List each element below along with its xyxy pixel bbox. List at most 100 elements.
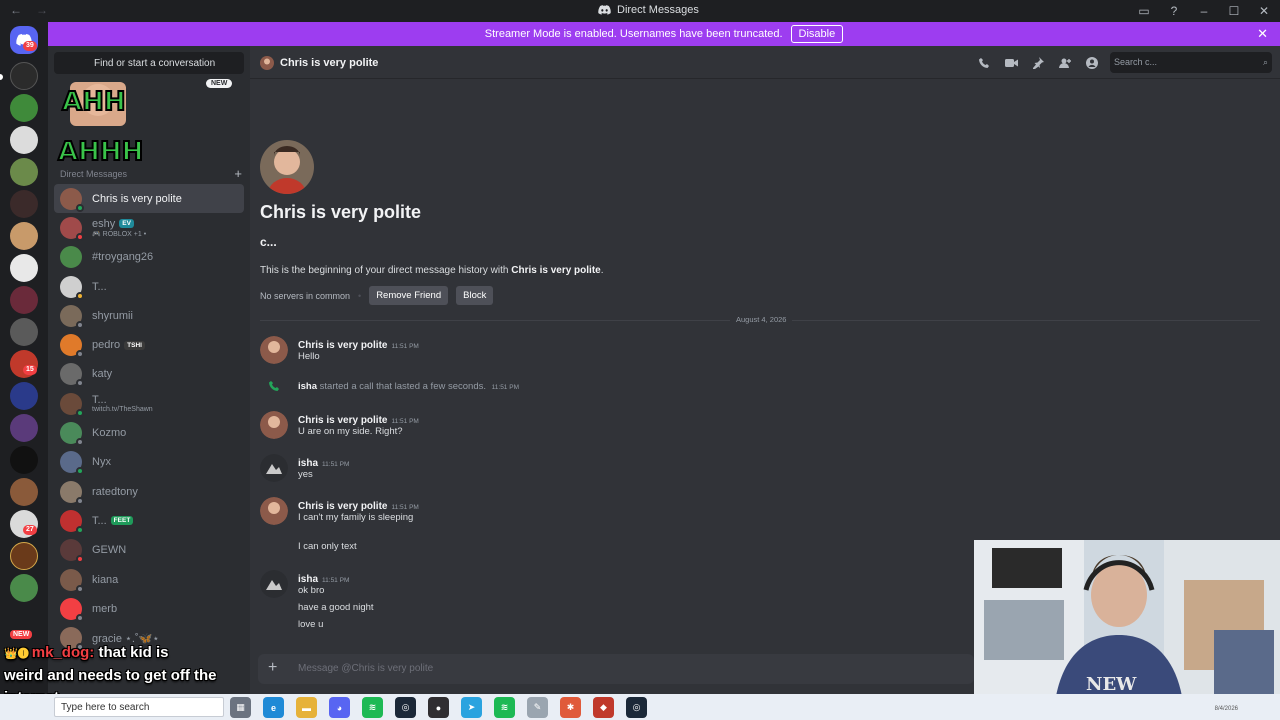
server-icon-people[interactable] (10, 126, 38, 154)
obs-icon[interactable]: ● (428, 697, 449, 718)
presence-status-icon (76, 350, 84, 359)
dm-item[interactable]: T... (54, 272, 244, 301)
dm-activity-text: 🎮 ROBLOX +1 • (92, 230, 147, 238)
pinned-messages-icon[interactable] (1030, 55, 1046, 71)
inbox-icon[interactable]: ▭ (1136, 3, 1152, 19)
server-icon-z[interactable] (10, 318, 38, 346)
maximize-icon[interactable]: ☐ (1226, 3, 1242, 19)
attach-plus-icon[interactable]: + (268, 660, 277, 676)
hero-avatar[interactable] (260, 140, 314, 194)
dm-item[interactable]: katy (54, 360, 244, 389)
dm-item[interactable]: GEWN (54, 536, 244, 565)
server-icon-9[interactable] (10, 478, 38, 506)
server-icon-11[interactable] (10, 574, 38, 602)
server-icon-gewn[interactable] (10, 62, 38, 90)
dm-item[interactable]: shyrumii (54, 301, 244, 330)
message-author[interactable]: Chris is very polite (298, 415, 387, 426)
voice-call-icon[interactable] (976, 55, 992, 71)
telegram-icon[interactable]: ➤ (461, 697, 482, 718)
message-avatar-isha[interactable] (260, 570, 288, 598)
chat-toolbar (976, 55, 1100, 71)
message-author[interactable]: isha (298, 458, 318, 469)
server-icon-gewn-2[interactable] (10, 446, 38, 474)
message-avatar-chris[interactable] (260, 411, 288, 439)
server-icon-3[interactable] (10, 190, 38, 218)
dm-avatar (60, 568, 84, 593)
chat-header-name[interactable]: Chris is very polite (280, 57, 378, 69)
taskbar-search-input[interactable]: Type here to search (54, 697, 224, 717)
dm-item[interactable]: ratedtony (54, 477, 244, 506)
message-text: yes (298, 469, 313, 480)
message-author[interactable]: Chris is very polite (298, 340, 387, 351)
message-avatar-isha[interactable] (260, 454, 288, 482)
dm-name: ratedtony (92, 486, 138, 498)
video-call-icon[interactable] (1003, 55, 1019, 71)
presence-status-icon (76, 232, 84, 241)
presence-status-icon (76, 467, 84, 476)
help-icon[interactable]: ? (1166, 3, 1182, 19)
server-icon-golfball[interactable] (10, 254, 38, 282)
search-icon: ⌕ (1262, 57, 1268, 67)
server-icon-8[interactable] (10, 414, 38, 442)
message-avatar-chris[interactable] (260, 336, 288, 364)
remove-friend-button[interactable]: Remove Friend (369, 286, 449, 305)
chat-header: Chris is very polite Search c... ⌕ (250, 46, 1280, 79)
dm-item[interactable]: #troygang26 (54, 243, 244, 272)
server-icon-4[interactable] (10, 222, 38, 250)
message-avatar-chris[interactable] (260, 497, 288, 525)
close-window-icon[interactable]: ✕ (1256, 3, 1272, 19)
dm-name-text: T... (92, 514, 107, 527)
chat-search-input[interactable]: Search c... ⌕ (1110, 52, 1272, 73)
forward-arrow-icon[interactable]: → (36, 3, 48, 17)
app-2-icon[interactable]: ◆ (593, 697, 614, 718)
dm-item[interactable]: T... twitch.tv/TheShawn (54, 389, 244, 418)
dm-item[interactable]: merb (54, 594, 244, 623)
spotify-2-icon[interactable]: ≋ (494, 697, 515, 718)
server-icon-pepe[interactable] (10, 94, 38, 122)
clan-tag-badge: TSHI (124, 340, 145, 350)
steam-2-icon[interactable]: ◎ (626, 697, 647, 718)
user-profile-icon[interactable] (1084, 55, 1100, 71)
steam-icon[interactable]: ◎ (395, 697, 416, 718)
dm-item[interactable]: pedro TSHI (54, 330, 244, 359)
presence-status-icon (76, 584, 84, 593)
tool-icon[interactable]: ✎ (527, 697, 548, 718)
back-arrow-icon[interactable]: ← (10, 3, 22, 17)
presence-status-icon (76, 438, 84, 447)
rail-new-label: NEW (10, 630, 33, 639)
task-view-icon[interactable]: ▦ (230, 697, 251, 718)
dm-name-text: shyrumii (92, 309, 133, 322)
block-button[interactable]: Block (456, 286, 494, 305)
dm-item[interactable]: Kozmo (54, 418, 244, 447)
spotify-icon[interactable]: ≋ (362, 697, 383, 718)
minimize-icon[interactable]: – (1196, 3, 1212, 19)
message-author[interactable]: isha (298, 574, 318, 585)
add-friends-to-dm-icon[interactable] (1057, 55, 1073, 71)
discord-icon[interactable]: ◕ (329, 697, 350, 718)
disable-streamer-mode-button[interactable]: Disable (790, 25, 844, 43)
server-icon-5[interactable] (10, 286, 38, 314)
server-icon-jah[interactable] (10, 542, 38, 570)
message-timestamp: 11:51 PM (391, 343, 419, 350)
edge-icon[interactable]: e (263, 697, 284, 718)
taskbar-apps: ▦ e ▬ ◕ ≋ ◎ ● ➤ ≋ ✎ ✱ ◆ ◎ (230, 697, 647, 718)
message-author[interactable]: Chris is very polite (298, 501, 387, 512)
dm-item[interactable]: eshy EV 🎮 ROBLOX +1 • (54, 213, 244, 242)
message-composer[interactable]: + Message @Chris is very polite (258, 654, 974, 684)
file-explorer-icon[interactable]: ▬ (296, 697, 317, 718)
svg-text:NEW: NEW (1086, 674, 1137, 695)
close-banner-icon[interactable]: ✕ (1257, 26, 1268, 42)
call-author[interactable]: isha (298, 381, 317, 392)
dm-name-text: ratedtony (92, 485, 138, 498)
dm-item[interactable]: kiana (54, 565, 244, 594)
create-dm-icon[interactable]: + (234, 167, 242, 180)
server-icon-2[interactable] (10, 158, 38, 186)
dm-item[interactable]: Nyx (54, 448, 244, 477)
app-icon[interactable]: ✱ (560, 697, 581, 718)
dm-name: eshy EV (92, 218, 146, 230)
dm-item[interactable]: Chris is very polite (54, 184, 244, 214)
message-timestamp: 11:51 PM (391, 504, 419, 511)
server-icon-7[interactable] (10, 382, 38, 410)
dm-item[interactable]: T... FEET (54, 506, 244, 535)
header-avatar (260, 56, 274, 70)
